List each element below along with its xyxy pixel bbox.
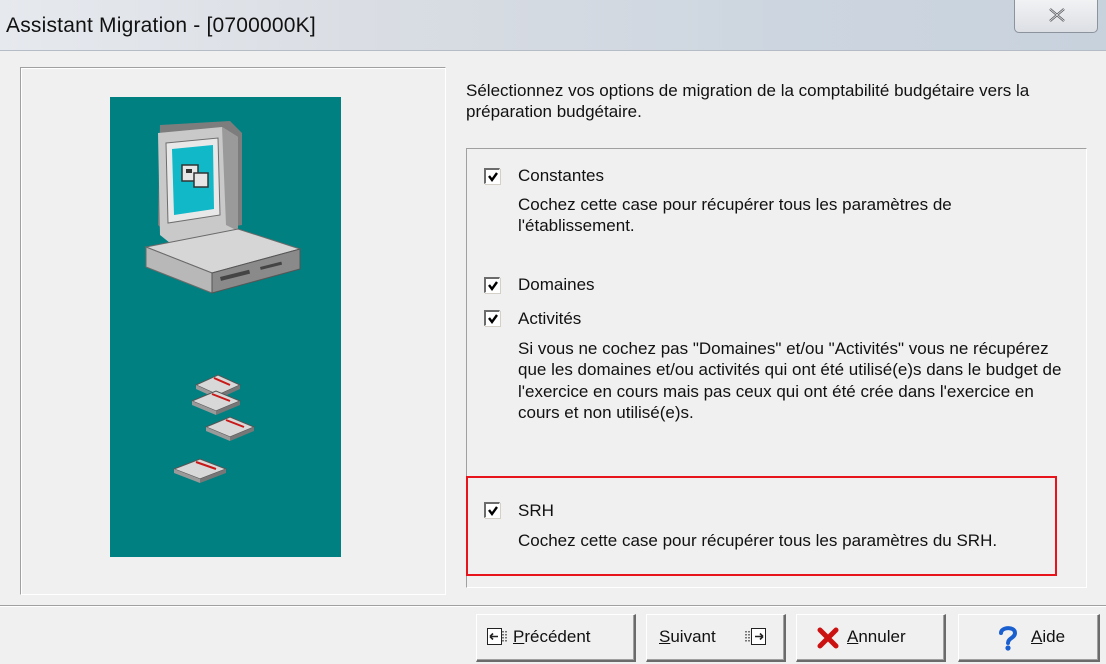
option-desc-activites: Si vous ne cochez pas "Domaines" et/ou "… [518, 339, 1062, 423]
intro-text: Sélectionnez vos options de migration de… [466, 81, 1030, 121]
checkbox-constantes[interactable] [484, 168, 500, 184]
option-label-domaines: Domaines [518, 275, 595, 294]
previous-button-label: Précédent [513, 627, 591, 646]
help-button[interactable]: Aide [958, 614, 1100, 662]
cancel-x-icon [817, 627, 839, 649]
button-bar-separator [0, 605, 1106, 607]
previous-button[interactable]: Précédent [476, 614, 636, 662]
option-label-activites: Activités [518, 309, 582, 328]
checkmark-icon [488, 314, 498, 325]
cancel-button-label: Annuler [847, 627, 906, 646]
window-title: Assistant Migration - [0700000K] [6, 14, 316, 37]
option-label-constantes: Constantes [518, 166, 604, 185]
next-arrow-icon [745, 628, 766, 645]
next-button[interactable]: Suivant [646, 614, 786, 662]
cancel-button[interactable]: Annuler [796, 614, 946, 662]
previous-arrow-icon [487, 628, 507, 645]
option-desc-constantes: Cochez cette case pour récupérer tous le… [518, 195, 952, 236]
computer-disks-illustration [144, 121, 302, 483]
title-bar: Assistant Migration - [0700000K] [0, 0, 1106, 51]
highlight-box [466, 476, 1057, 576]
checkbox-activites[interactable] [484, 310, 500, 326]
close-icon [1049, 8, 1065, 22]
help-button-label: Aide [1031, 627, 1066, 646]
help-question-icon [999, 626, 1018, 651]
next-button-label: Suivant [659, 627, 716, 646]
checkmark-icon [488, 281, 498, 292]
checkbox-domaines[interactable] [484, 277, 500, 293]
checkmark-icon [488, 172, 498, 183]
wizard-illustration [110, 97, 341, 557]
close-button[interactable] [1014, 0, 1098, 33]
